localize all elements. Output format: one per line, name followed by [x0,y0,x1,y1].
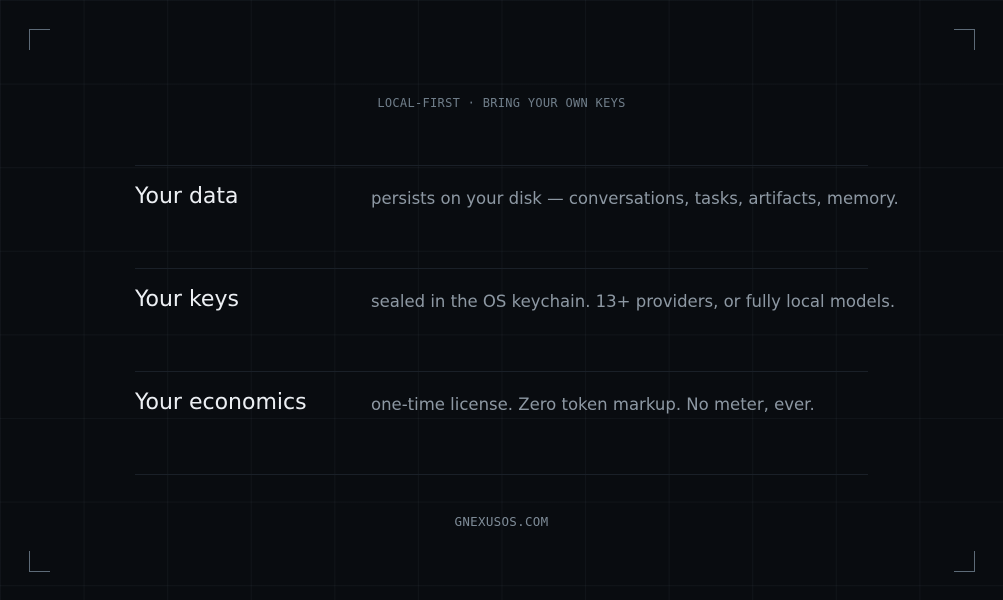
feature-row-economics: Your economics one-time license. Zero to… [135,372,868,475]
eyebrow-label: LOCAL-FIRST · BRING YOUR OWN KEYS [377,96,626,110]
feature-title: Your data [135,184,239,209]
feature-description: one-time license. Zero token markup. No … [371,395,815,414]
feature-list: Your data persists on your disk — conver… [135,165,899,475]
feature-description: sealed in the OS keychain. 13+ providers… [371,292,896,311]
feature-description: persists on your disk — conversations, t… [371,189,899,208]
feature-row-data: Your data persists on your disk — conver… [135,166,899,269]
corner-bracket-bottom-left [29,551,50,572]
corner-bracket-top-left [29,29,50,50]
website-url: GNEXUSOS.COM [454,514,549,529]
corner-bracket-top-right [954,29,975,50]
feature-title: Your economics [135,390,307,415]
feature-title: Your keys [135,287,239,312]
corner-bracket-bottom-right [954,551,975,572]
feature-row-keys: Your keys sealed in the OS keychain. 13+… [135,269,895,372]
